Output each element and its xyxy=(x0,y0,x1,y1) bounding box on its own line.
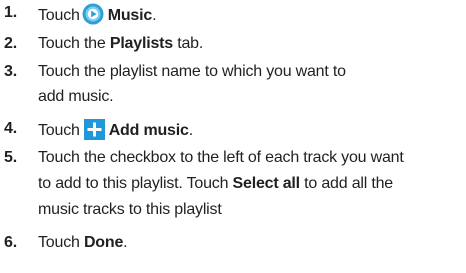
step-text-pre: Touch the xyxy=(38,35,106,52)
step-text-post: . xyxy=(152,7,157,24)
plus-icon xyxy=(83,119,105,146)
step-bold-term: Add music xyxy=(108,122,189,139)
step-text: Touch the Playlists tab. xyxy=(38,34,203,54)
step-text-post: . xyxy=(123,234,128,251)
step-text: Touch Done. xyxy=(38,233,128,253)
step-bold-term: Music xyxy=(107,7,153,24)
step-text-pre: Touch xyxy=(38,7,80,24)
step-text-pre: Touch xyxy=(38,234,80,251)
step-text-post: tab. xyxy=(177,35,204,52)
step-text-post: to add all the xyxy=(304,175,393,192)
step-bold-term: Select all xyxy=(232,175,301,192)
step-number: 6. xyxy=(4,234,17,251)
step-number: 2. xyxy=(4,35,17,52)
step-number: 1. xyxy=(4,4,17,21)
step-bold-term: Done xyxy=(83,234,124,251)
step-text-line-1: Touch the checkbox to the left of each t… xyxy=(38,149,404,166)
step-number: 4. xyxy=(4,120,17,137)
step-text-line-1: Touch the playlist name to which you wan… xyxy=(38,63,346,80)
step-text-pre: to add to this playlist. Touch xyxy=(38,175,229,192)
step-text-post: . xyxy=(188,122,193,139)
step-text: Touch Add music. xyxy=(38,119,193,146)
music-app-icon xyxy=(82,3,104,31)
step-text-pre: Touch xyxy=(38,122,80,139)
instruction-steps: 1. Touch Music. 2. Touch the Playlists ta… xyxy=(0,0,466,273)
step-5-continuation-2: to add to this playlist. Touch Select al… xyxy=(38,174,393,194)
step-text: Touch Music. xyxy=(38,3,157,31)
step-number: 5. xyxy=(4,149,17,166)
step-bold-term: Playlists xyxy=(109,35,173,52)
step-number: 3. xyxy=(4,63,17,80)
step-5-continuation-3: music tracks to this playlist xyxy=(38,201,222,218)
step-3-continuation: add music. xyxy=(38,88,114,105)
